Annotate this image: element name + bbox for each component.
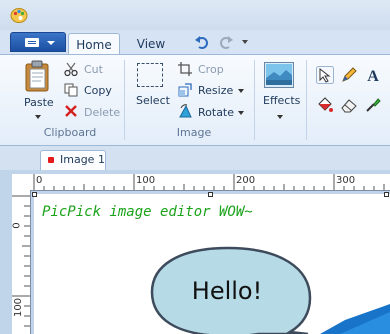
- crop-button[interactable]: Crop: [198, 63, 224, 76]
- paste-dropdown-icon[interactable]: [35, 115, 41, 119]
- ribbon-separator: [124, 60, 125, 140]
- paste-icon[interactable]: [24, 60, 50, 92]
- canvas-title-text: PicPick image editor WOW~: [42, 204, 253, 220]
- copy-icon: [64, 83, 78, 97]
- title-bar: [0, 0, 390, 30]
- ruler-label: 0: [36, 175, 43, 186]
- rotate-dropdown-icon[interactable]: [238, 111, 244, 115]
- vertical-ruler: 0 100: [12, 190, 31, 334]
- ruler-label: 200: [236, 175, 256, 186]
- crop-icon: [178, 62, 192, 76]
- tab-home[interactable]: Home: [68, 33, 120, 55]
- delete-button[interactable]: Delete: [84, 106, 120, 119]
- resize-handle[interactable]: [208, 192, 213, 197]
- rotate-button[interactable]: Rotate: [198, 106, 234, 119]
- horizontal-ruler: 0 100 200 300: [12, 174, 390, 191]
- document-tab-label: Image 1: [60, 153, 105, 166]
- file-menu-button[interactable]: [10, 32, 66, 52]
- resize-icon: [178, 83, 192, 97]
- ruler-label: 100: [13, 297, 25, 318]
- ruler-label: 0: [11, 222, 23, 229]
- redo-icon[interactable]: [218, 34, 234, 50]
- app-icon[interactable]: [10, 6, 28, 24]
- image-group-label: Image: [176, 126, 212, 139]
- tab-view[interactable]: View: [126, 33, 176, 55]
- document-icon: [48, 157, 54, 163]
- document-tab[interactable]: Image 1: [40, 150, 106, 170]
- ruler-label: 300: [336, 175, 356, 186]
- select-icon: [137, 63, 163, 87]
- fill-icon[interactable]: [316, 96, 334, 114]
- effects-icon: [264, 62, 294, 88]
- svg-text:A: A: [367, 68, 379, 84]
- clipboard-group-label: Clipboard: [43, 126, 97, 139]
- ribbon-separator: [306, 60, 307, 140]
- bubble-text: Hello!: [191, 277, 263, 305]
- copy-button[interactable]: Copy: [84, 84, 112, 97]
- horizontal-ruler-ticks: [33, 174, 385, 190]
- quick-access-more-icon[interactable]: [242, 40, 248, 44]
- effects-dropdown-icon[interactable]: [277, 115, 283, 119]
- color-picker-icon[interactable]: [364, 96, 382, 114]
- effects-button[interactable]: Effects: [263, 94, 300, 107]
- paste-button[interactable]: Paste: [24, 96, 54, 109]
- ribbon-separator: [254, 60, 255, 140]
- resize-dropdown-icon[interactable]: [238, 89, 244, 93]
- resize-button[interactable]: Resize: [198, 84, 233, 97]
- ruler-label: 100: [136, 175, 156, 186]
- pen-icon[interactable]: [340, 66, 358, 84]
- text-icon[interactable]: A: [364, 66, 382, 84]
- rotate-icon: [179, 104, 192, 118]
- menu-icon: [25, 38, 39, 47]
- undo-icon[interactable]: [194, 34, 210, 50]
- chevron-down-icon: [47, 41, 55, 45]
- eraser-icon[interactable]: [340, 96, 358, 114]
- resize-handle[interactable]: [32, 192, 37, 197]
- delete-icon: [65, 105, 77, 117]
- resize-handle[interactable]: [384, 192, 389, 197]
- pointer-pen-icon[interactable]: [316, 66, 334, 84]
- select-button[interactable]: Select: [136, 94, 170, 107]
- cut-button[interactable]: Cut: [84, 63, 103, 76]
- cut-icon: [64, 62, 78, 76]
